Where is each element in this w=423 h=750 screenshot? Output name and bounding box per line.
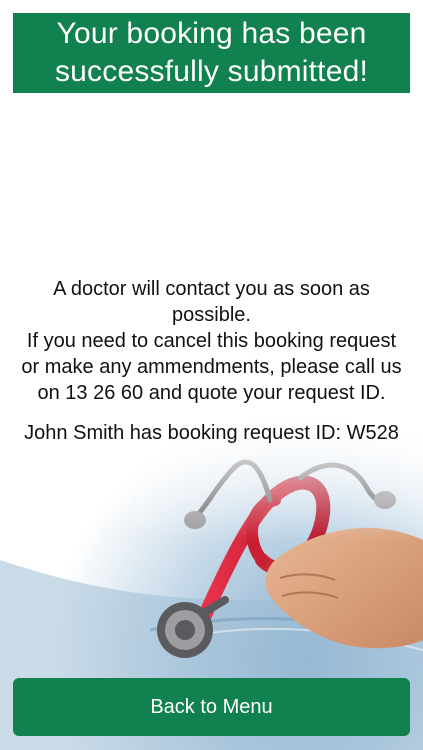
cancel-instructions-text: If you need to cancel this booking reque… — [21, 330, 402, 404]
back-to-menu-label: Back to Menu — [150, 695, 273, 718]
doctor-contact-text: A doctor will contact you as soon as pos… — [53, 278, 370, 326]
booking-id-text: John Smith has booking request ID: W528 — [24, 422, 399, 444]
confirmation-message: A doctor will contact you as soon as pos… — [18, 276, 405, 446]
success-header-banner: Your booking has been successfully submi… — [13, 13, 410, 93]
page-title: Your booking has been successfully submi… — [54, 17, 369, 88]
booking-confirmation-screen: Your booking has been successfully submi… — [0, 0, 423, 750]
back-to-menu-button[interactable]: Back to Menu — [13, 678, 410, 736]
